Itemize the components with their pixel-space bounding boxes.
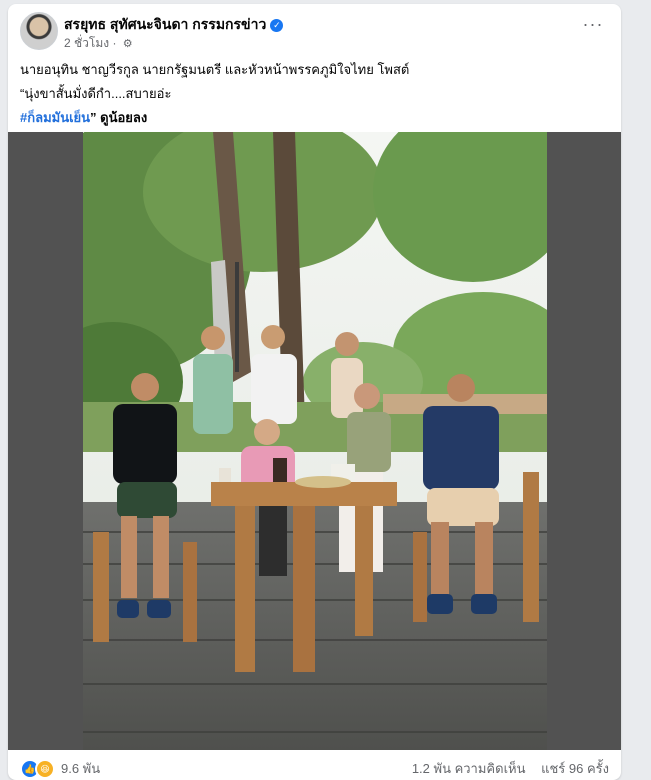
post-header: สรยุทธ สุทัศนะจินดา กรรมกรข่าว ✓ 2 ชั่วโม… — [20, 12, 609, 56]
caption-line-2: “นุ่งขาสั้นมั่งดีกำ....สบายอ่ะ — [20, 86, 172, 101]
hashtag-link[interactable]: #ก็ลมมันเย็น — [20, 110, 90, 125]
engagement-stats: 1.2 พัน ความคิดเห็น แชร์ 96 ครั้ง — [412, 758, 609, 779]
haha-icon: 😆 — [35, 758, 55, 779]
post-time[interactable]: 2 ชั่วโมง — [64, 36, 109, 50]
see-less-link[interactable]: ” ดูน้อยลง — [90, 110, 147, 125]
caption-line-1: นายอนุทิน ชาญวีรกูล นายกรัฐมนตรี และหัวห… — [20, 62, 410, 77]
share-count[interactable]: แชร์ 96 ครั้ง — [541, 761, 609, 776]
reaction-count[interactable]: 9.6 พัน — [61, 758, 100, 779]
comment-count[interactable]: 1.2 พัน ความคิดเห็น — [412, 761, 526, 776]
globe-icon[interactable]: ⚙ — [123, 37, 133, 50]
post-photo-container[interactable] — [8, 132, 621, 750]
reactions-summary[interactable]: 👍 😆 9.6 พัน — [20, 758, 100, 779]
author-name[interactable]: สรยุทธ สุทัศนะจินดา กรรมกรข่าว — [64, 16, 266, 32]
author-avatar[interactable] — [20, 12, 58, 50]
verified-badge-icon: ✓ — [270, 19, 284, 32]
author-name-row: สรยุทธ สุทัศนะจินดา กรรมกรข่าว ✓ — [64, 14, 284, 36]
post-card: สรยุทธ สุทัศนะจินดา กรรมกรข่าว ✓ 2 ชั่วโม… — [8, 4, 621, 780]
more-options-icon[interactable]: ··· — [581, 15, 605, 40]
post-footer: 👍 😆 9.6 พัน 1.2 พัน ความคิดเห็น แชร์ 96 … — [8, 750, 621, 780]
post-caption: นายอนุทิน ชาญวีรกูล นายกรัฐมนตรี และหัวห… — [20, 58, 610, 130]
caption-line-3: #ก็ลมมันเย็น” ดูน้อยลง — [20, 106, 610, 130]
post-meta: 2 ชั่วโมง · ⚙ — [64, 36, 133, 50]
post-photo[interactable] — [83, 132, 547, 750]
